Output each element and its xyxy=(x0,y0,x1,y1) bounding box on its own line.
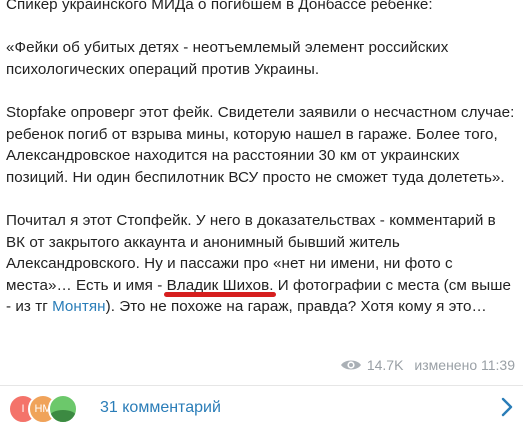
highlighted-name: Владик Шихов. xyxy=(163,277,277,297)
eye-icon xyxy=(340,358,362,372)
post-paragraph: Stopfake опроверг этот фейк. Свидетели з… xyxy=(6,103,515,186)
view-count: 14.7K xyxy=(366,357,404,373)
post-meta: 14.7K изменено 11:39 xyxy=(335,357,515,373)
comments-footer[interactable]: I НМ 31 комментарий xyxy=(0,386,523,429)
post-paragraph: Почитал я этот Стопфейк. У него в доказа… xyxy=(6,210,516,318)
edited-time: изменено 11:39 xyxy=(414,357,515,373)
post-paragraph: Спикер украинского МИДа о погибшем в Дон… xyxy=(6,0,433,13)
red-underline xyxy=(163,291,277,297)
montyan-link[interactable]: Монтян xyxy=(52,298,106,315)
post-paragraph: «Фейки об убитых детях - неотъемлемый эл… xyxy=(6,39,449,78)
post-text: Спикер украинского МИДа о погибшем в Дон… xyxy=(6,0,516,340)
post-text-span: ). Это не похоже на гараж, правда? Хотя … xyxy=(105,298,487,316)
chevron-right-icon[interactable] xyxy=(501,397,513,422)
comments-link[interactable]: 31 комментарий xyxy=(100,399,221,417)
commenter-avatars: I НМ xyxy=(8,386,88,429)
post-body: Спикер украинского МИДа о погибшем в Дон… xyxy=(6,0,518,378)
avatar xyxy=(48,394,78,424)
avatar-image xyxy=(50,410,76,422)
